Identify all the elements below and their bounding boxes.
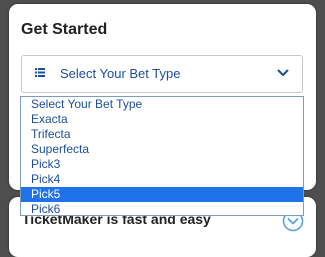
bet-type-dropdown-list[interactable]: Select Your Bet Type Exacta Trifecta Sup… — [20, 96, 304, 216]
option-superfecta[interactable]: Superfecta — [21, 142, 303, 157]
list-icon — [35, 68, 45, 77]
bet-type-select[interactable]: Select Your Bet Type — [21, 55, 303, 93]
option-pick4[interactable]: Pick4 — [21, 172, 303, 187]
option-trifecta[interactable]: Trifecta — [21, 127, 303, 142]
select-value: Select Your Bet Type — [60, 66, 181, 81]
option-pick5[interactable]: Pick5 — [21, 187, 303, 202]
option-exacta[interactable]: Exacta — [21, 112, 303, 127]
chevron-down-icon[interactable] — [277, 69, 289, 77]
option-select-your-bet-type[interactable]: Select Your Bet Type — [21, 97, 303, 112]
option-pick3[interactable]: Pick3 — [21, 157, 303, 172]
card-title: Get Started — [21, 21, 108, 38]
option-pick6[interactable]: Pick6 — [21, 202, 303, 215]
